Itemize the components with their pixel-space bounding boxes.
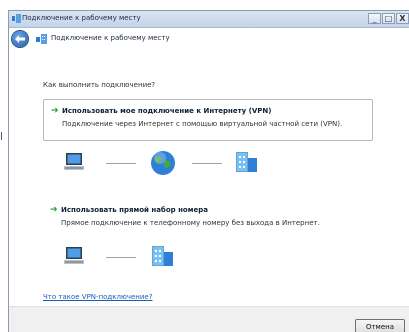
network-connection-icon bbox=[12, 14, 21, 25]
back-arrow-icon bbox=[15, 35, 25, 43]
minimize-icon: _ bbox=[372, 14, 377, 23]
dialog-footer: Отмена bbox=[9, 306, 409, 332]
dialup-diagram bbox=[63, 244, 203, 270]
connection-question: Как выполнить подключение? bbox=[43, 81, 156, 89]
dialup-option-title: Использовать прямой набор номера bbox=[61, 206, 208, 214]
dialup-option[interactable]: ➔ Использовать прямой набор номера Прямо… bbox=[43, 199, 373, 235]
green-arrow-icon: ➔ bbox=[51, 106, 59, 116]
green-arrow-icon: ➔ bbox=[50, 205, 58, 215]
computer-icon bbox=[63, 152, 85, 174]
vpn-option-description: Подключение через Интернет с помощью вир… bbox=[62, 120, 343, 128]
window-edge-mark bbox=[1, 132, 2, 140]
cancel-button[interactable]: Отмена bbox=[355, 319, 405, 332]
connection-wizard-window: Подключение к рабочему месту _ □ X Подкл… bbox=[8, 10, 409, 332]
dialup-option-description: Прямое подключение к телефонному номеру … bbox=[61, 219, 320, 227]
connection-line bbox=[106, 257, 136, 258]
what-is-vpn-link[interactable]: Что такое VPN-подключение? bbox=[43, 293, 152, 301]
vpn-option-title: Использовать мое подключение к Интернету… bbox=[62, 107, 272, 115]
minimize-button[interactable]: _ bbox=[368, 13, 381, 24]
globe-icon bbox=[149, 149, 177, 179]
navigation-bar: Подключение к рабочему месту bbox=[9, 28, 409, 50]
vpn-diagram bbox=[63, 149, 283, 179]
office-building-icon bbox=[234, 150, 260, 176]
computer-icon bbox=[63, 246, 85, 268]
maximize-button[interactable]: □ bbox=[382, 13, 395, 24]
page-title: Подключение к рабочему месту bbox=[51, 34, 170, 42]
close-icon: X bbox=[399, 14, 406, 23]
maximize-icon: □ bbox=[384, 14, 393, 23]
close-button[interactable]: X bbox=[396, 13, 409, 24]
back-button[interactable] bbox=[12, 31, 28, 47]
network-connection-icon bbox=[36, 34, 47, 46]
connection-line bbox=[192, 163, 222, 164]
vpn-option[interactable]: ➔ Использовать мое подключение к Интерне… bbox=[43, 99, 373, 141]
connection-line bbox=[106, 163, 136, 164]
title-bar: Подключение к рабочему месту _ □ X bbox=[9, 11, 409, 28]
window-title: Подключение к рабочему месту bbox=[22, 14, 141, 22]
office-building-icon bbox=[150, 244, 176, 270]
